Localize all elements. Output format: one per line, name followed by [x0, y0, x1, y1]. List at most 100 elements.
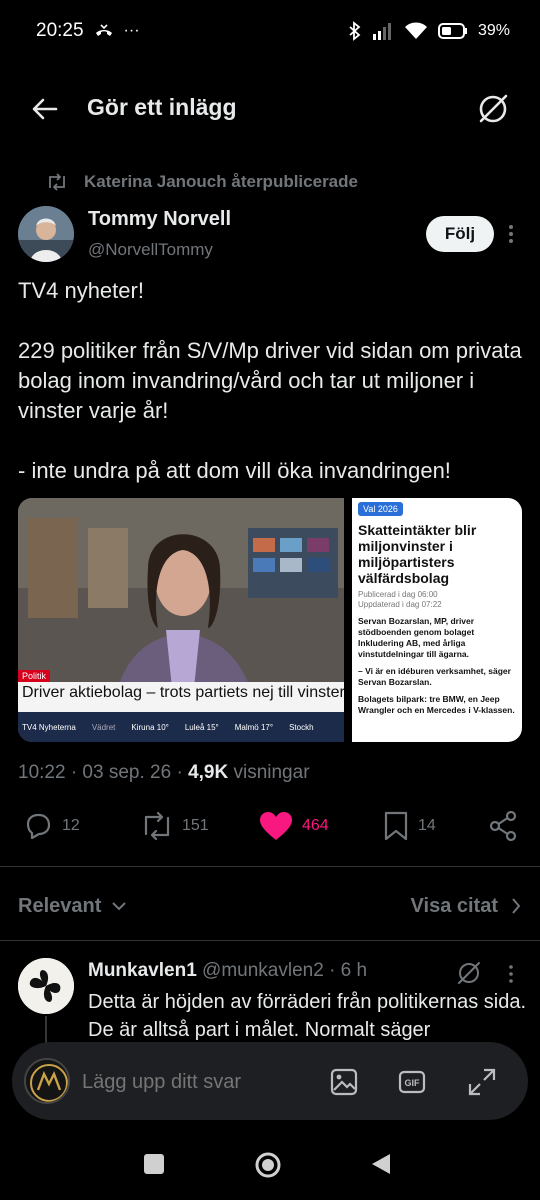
- ticker-item: Kiruna 10°: [131, 722, 169, 732]
- reply-input[interactable]: [82, 1068, 322, 1096]
- post-timestamp: 10:22 · 03 sep. 26 ·: [18, 762, 183, 783]
- grok-icon: [479, 94, 508, 123]
- reply-author-name[interactable]: Munkavlen1: [88, 960, 197, 981]
- article-tag: Val 2026: [358, 502, 403, 516]
- divider: [0, 940, 540, 941]
- article-updated: Uppdaterad i dag 07:22: [358, 600, 442, 609]
- reply-count: 12: [62, 817, 80, 834]
- reply-composer: GIF: [12, 1042, 528, 1120]
- post-more-button[interactable]: [504, 220, 518, 248]
- missed-call-icon: [94, 23, 114, 39]
- chevron-down-icon: [112, 902, 127, 911]
- ticker-item: TV4 Nyheterna: [22, 722, 76, 732]
- article-screenshot-image[interactable]: Val 2026 Skatteintäkter blir miljonvinst…: [352, 498, 522, 742]
- post-text-line: 229 politiker från S/V/Mp driver vid sid…: [18, 338, 522, 423]
- share-icon: [489, 810, 517, 842]
- square-icon: [144, 1154, 164, 1174]
- status-more: ···: [123, 22, 140, 39]
- repost-context[interactable]: Katerina Janouch återpublicerade: [46, 172, 358, 192]
- article-published: Publicerad i dag 06:00: [358, 590, 438, 599]
- ticker-item: Malmö 17°: [234, 722, 274, 732]
- views-label: visningar: [233, 762, 310, 783]
- repost-count: 151: [182, 817, 209, 834]
- top-header: Gör ett inlägg: [0, 80, 540, 136]
- status-time: 20:25: [36, 20, 84, 41]
- tv-screenshot-image[interactable]: Politik Driver aktiebolag – trots partie…: [18, 498, 344, 742]
- repost-by-text: Katerina Janouch återpublicerade: [84, 172, 358, 191]
- battery-icon: [437, 23, 468, 39]
- view-quotes-label: Visa citat: [410, 894, 498, 917]
- reply-grok-button[interactable]: [456, 960, 482, 986]
- reply-author-handle[interactable]: @munkavlen2 · 6 h: [202, 960, 367, 981]
- article-paragraph: – Vi är en idéburen verksamhet, säger Se…: [358, 666, 511, 687]
- repost-button[interactable]: 151: [140, 810, 209, 842]
- reply-more-button[interactable]: [506, 962, 516, 986]
- signal-icon: [372, 22, 394, 40]
- divider: [0, 866, 540, 867]
- like-button[interactable]: 464: [258, 810, 329, 842]
- chevron-right-icon: [512, 898, 521, 914]
- more-icon: [509, 965, 513, 983]
- post-text-line: - inte undra på att dom vill öka invandr…: [18, 458, 451, 483]
- post-media: Politik Driver aktiebolag – trots partie…: [18, 498, 522, 742]
- view-quotes-button[interactable]: Visa citat: [411, 895, 522, 918]
- bookmark-icon: [384, 811, 408, 841]
- like-icon: [260, 812, 292, 840]
- grok-button[interactable]: [476, 92, 510, 126]
- repost-icon: [49, 173, 65, 191]
- expand-icon: [468, 1068, 496, 1096]
- article-paragraph: Servan Bozarslan, MP, driver stödboenden…: [358, 616, 475, 659]
- author-handle[interactable]: @NorvellTommy: [88, 240, 213, 260]
- system-nav-bar: [0, 1128, 540, 1200]
- sort-replies-button[interactable]: Relevant: [18, 895, 127, 918]
- bookmark-count: 14: [418, 817, 436, 834]
- replies-toolbar: Relevant Visa citat: [18, 890, 522, 922]
- add-image-button[interactable]: [328, 1066, 360, 1098]
- tv-ticker: TV4 Nyheterna Vädret Kiruna 10° Luleå 15…: [18, 712, 344, 742]
- more-icon: [509, 225, 513, 243]
- add-gif-button[interactable]: GIF: [396, 1066, 428, 1098]
- wifi-icon: [404, 22, 428, 40]
- author-name[interactable]: Tommy Norvell: [88, 208, 231, 231]
- post-text: TV4 nyheter! 229 politiker från S/V/Mp d…: [18, 276, 528, 516]
- bluetooth-icon: [348, 21, 362, 41]
- page-title: Gör ett inlägg: [87, 94, 237, 120]
- author-avatar[interactable]: [18, 206, 74, 262]
- grok-icon: [458, 962, 480, 984]
- recents-button[interactable]: [140, 1150, 168, 1178]
- article-meta: Publicerad i dag 06:00 Uppdaterad i dag …: [358, 590, 442, 610]
- share-button[interactable]: [488, 810, 518, 842]
- tv-category-tag: Politik: [18, 670, 51, 682]
- ticker-item: Luleå 15°: [184, 722, 219, 732]
- repost-icon: [144, 811, 170, 841]
- svg-text:GIF: GIF: [405, 1078, 421, 1088]
- reply-header: Munkavlen1 @munkavlen2 · 6 h: [88, 960, 367, 982]
- image-icon: [330, 1068, 358, 1096]
- status-bar: 20:25 ··· 39%: [0, 0, 540, 62]
- article-paragraph: Bolagets bilpark: tre BMW, en Jeep Wrang…: [358, 694, 515, 715]
- reply-text: Detta är höjden av förräderi från politi…: [88, 991, 527, 1041]
- expand-composer-button[interactable]: [466, 1066, 498, 1098]
- follow-button[interactable]: Följ: [426, 216, 494, 252]
- home-circle-icon: [255, 1152, 281, 1178]
- user-avatar[interactable]: [24, 1058, 70, 1104]
- post-actions: 12 151 464 14: [0, 810, 540, 850]
- reply-icon: [26, 813, 51, 840]
- triangle-back-icon: [372, 1154, 390, 1174]
- gif-icon: GIF: [398, 1070, 426, 1094]
- reply-avatar[interactable]: [18, 958, 74, 1014]
- home-button[interactable]: [253, 1150, 281, 1178]
- back-button[interactable]: [30, 94, 60, 124]
- tv-lower-third: Driver aktiebolag – trots partiets nej t…: [18, 682, 344, 712]
- ticker-item: Vädret: [91, 722, 116, 732]
- views-count: 4,9K: [188, 762, 229, 783]
- bookmark-button[interactable]: 14: [382, 810, 436, 842]
- battery-percent: 39%: [477, 22, 510, 39]
- article-headline: Skatteintäkter blir miljonvinster i milj…: [358, 522, 477, 586]
- post-meta: 10:22 · 03 sep. 26 · 4,9K visningar: [18, 762, 310, 784]
- ticker-item: Stockh: [289, 722, 314, 732]
- reply-button[interactable]: 12: [22, 810, 80, 842]
- back-nav-button[interactable]: [368, 1150, 396, 1178]
- article-body: Servan Bozarslan, MP, driver stödboenden…: [358, 616, 518, 722]
- like-count: 464: [302, 817, 329, 834]
